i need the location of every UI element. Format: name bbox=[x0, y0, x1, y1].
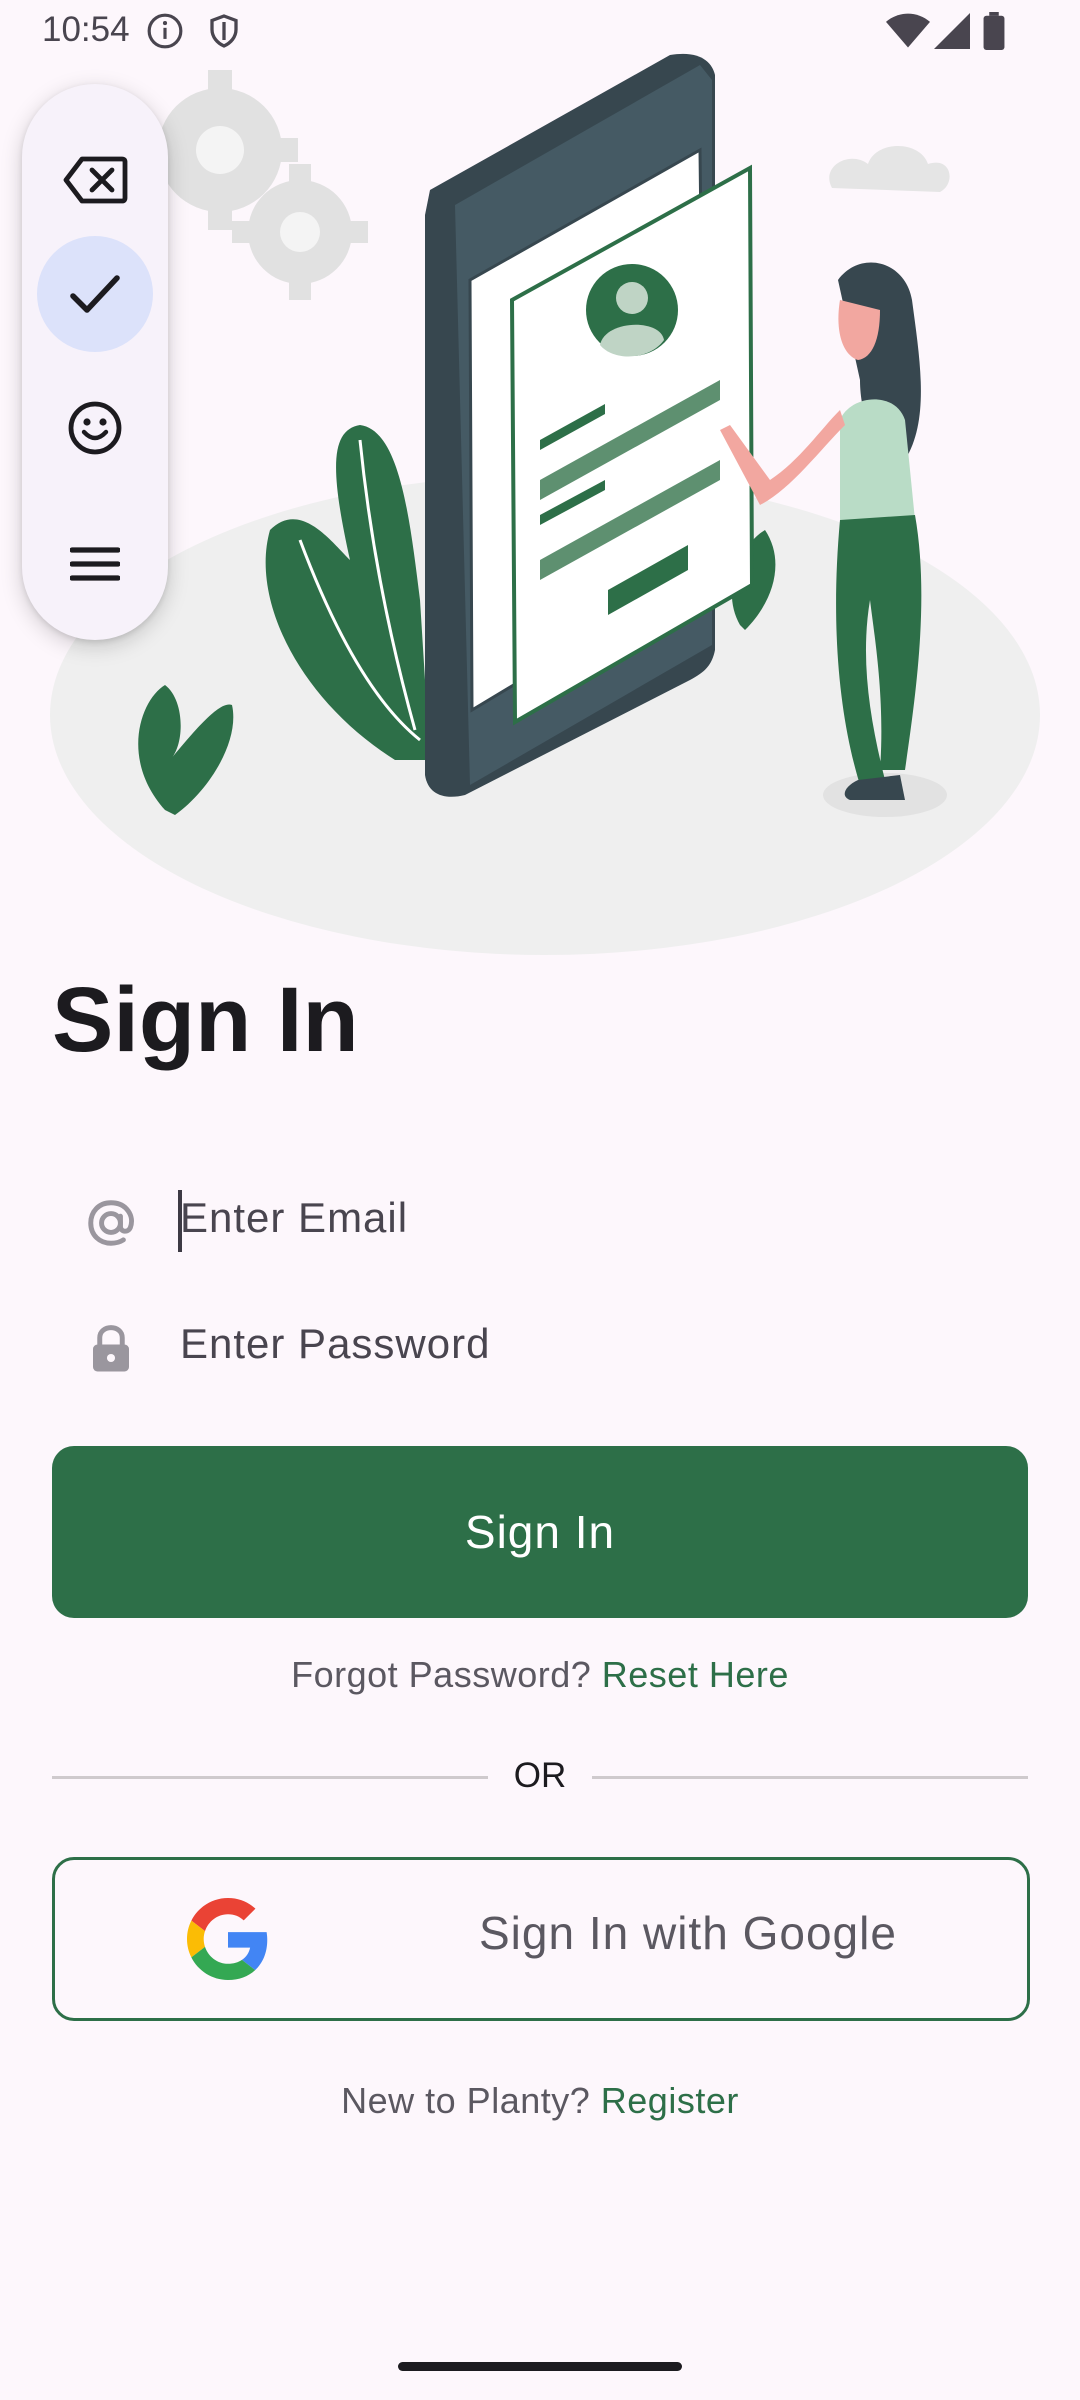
home-indicator[interactable] bbox=[398, 2362, 682, 2371]
forgot-password-row: Forgot Password? Reset Here bbox=[0, 1654, 1080, 1696]
reset-here-link[interactable]: Reset Here bbox=[602, 1654, 789, 1695]
register-row: New to Planty? Register bbox=[0, 2080, 1080, 2122]
check-icon bbox=[70, 275, 120, 313]
page-title: Sign In bbox=[52, 969, 359, 1071]
lock-icon bbox=[93, 1325, 129, 1372]
email-field[interactable]: Enter Email bbox=[52, 1166, 1028, 1276]
gear-decoration bbox=[142, 70, 368, 300]
emoji-button[interactable] bbox=[37, 370, 153, 486]
register-link[interactable]: Register bbox=[601, 2080, 739, 2121]
password-placeholder: Enter Password bbox=[180, 1320, 491, 1367]
password-field[interactable]: Enter Password bbox=[52, 1292, 1028, 1402]
sign-in-button-label: Sign In bbox=[464, 1506, 616, 1558]
register-text: New to Planty? bbox=[341, 2080, 591, 2121]
backspace-icon bbox=[63, 156, 128, 204]
menu-icon bbox=[70, 547, 120, 581]
google-button-label: Sign In with Google bbox=[479, 1907, 897, 1959]
menu-button[interactable] bbox=[37, 506, 153, 622]
backspace-button[interactable] bbox=[37, 122, 153, 238]
keyboard-toolbar bbox=[22, 84, 168, 640]
google-icon bbox=[187, 1898, 268, 1980]
at-icon bbox=[88, 1200, 134, 1246]
confirm-button[interactable] bbox=[37, 236, 153, 352]
forgot-password-text: Forgot Password? bbox=[291, 1654, 592, 1695]
sign-in-button[interactable]: Sign In bbox=[52, 1446, 1028, 1618]
google-sign-in-button[interactable]: Sign In with Google bbox=[52, 1857, 1030, 2021]
divider-left bbox=[52, 1776, 488, 1779]
emoji-icon bbox=[68, 401, 122, 455]
divider-right bbox=[592, 1776, 1028, 1779]
email-placeholder: Enter Email bbox=[180, 1194, 409, 1241]
or-label: OR bbox=[513, 1756, 567, 1795]
